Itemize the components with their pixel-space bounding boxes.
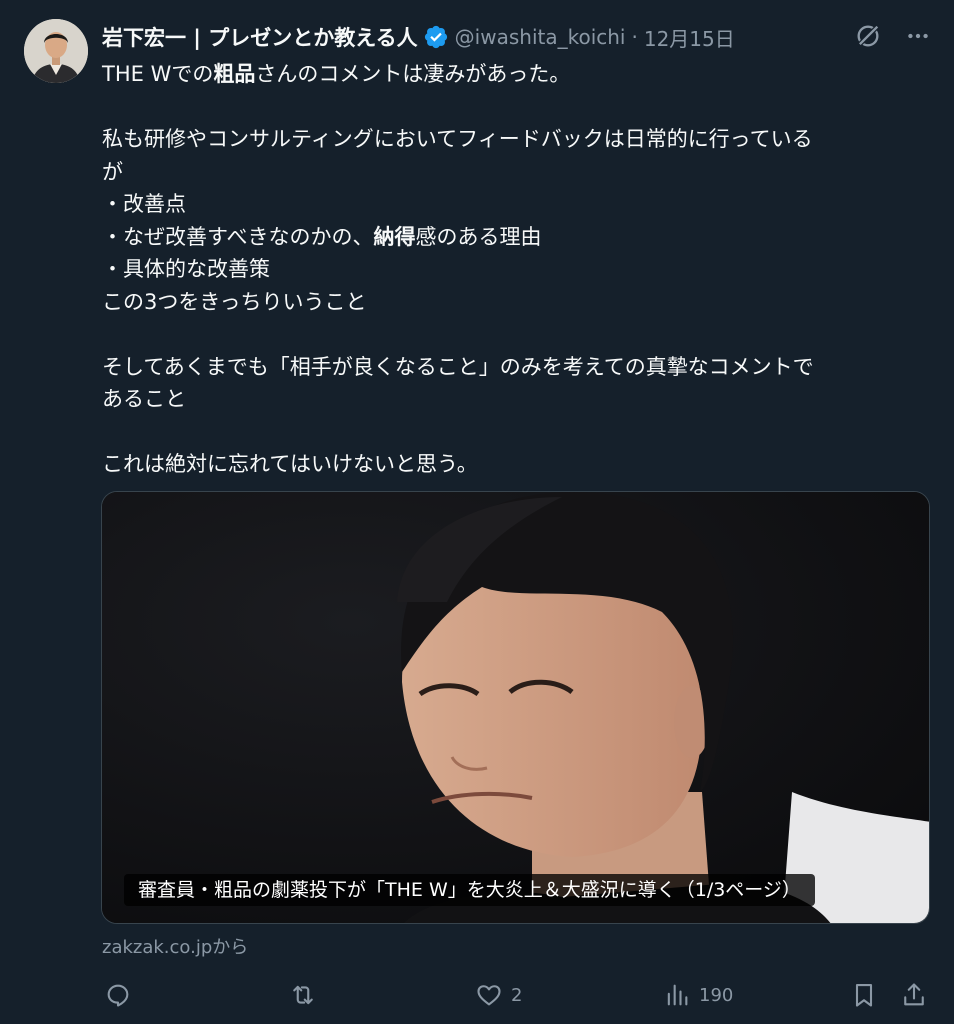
tweet-line <box>102 416 922 449</box>
tweet-line: ・改善点 <box>102 192 186 216</box>
retweet-icon <box>293 985 313 1005</box>
share-button[interactable] <box>900 976 928 1014</box>
author-display-name[interactable]: 岩下宏一 | プレゼンとか教える人 <box>102 22 418 52</box>
tweet-line: そしてあくまでも「相手が良くなること」のみを考えての真摯なコメントで <box>102 354 814 379</box>
tweet-line <box>102 91 922 124</box>
action-bar: 2 190 <box>100 976 936 1014</box>
card-source[interactable]: zakzak.co.jpから <box>102 933 248 959</box>
card-image <box>102 492 929 923</box>
tweet-line: ・具体的な改善策 <box>102 257 270 281</box>
tweet-line: THE Wでの粗品さんのコメントは凄みがあった。 <box>102 62 571 86</box>
retweet-button[interactable] <box>288 976 326 1014</box>
views-button[interactable]: 190 <box>663 976 733 1014</box>
avatar-image <box>24 19 88 83</box>
like-count: 2 <box>511 984 523 1006</box>
author-handle[interactable]: @iwashita_koichi <box>455 25 626 49</box>
link-card[interactable]: 審査員・粗品の劇薬投下が「THE W」を大炎上＆大盛況に導く（1/3ページ） <box>101 491 930 924</box>
avatar[interactable] <box>24 19 88 83</box>
heart-icon <box>477 985 501 1006</box>
tweet-line: ・なぜ改善すべきなのかの、納得感のある理由 <box>102 224 542 249</box>
reply-button[interactable] <box>104 976 140 1014</box>
bookmark-button[interactable] <box>850 976 878 1014</box>
verified-badge-icon[interactable] <box>423 24 449 50</box>
bold-text: 納得 <box>373 224 416 249</box>
tweet-line: この3つをきっちりいうこと <box>102 289 367 314</box>
more-icon[interactable] <box>902 20 934 52</box>
bookmark-icon <box>855 984 873 1007</box>
tweet-line: が <box>102 159 123 184</box>
tweet-header: 岩下宏一 | プレゼンとか教える人 @iwashita_koichi · 12月… <box>102 20 934 54</box>
tweet-line: これは絶対に忘れてはいけないと思う。 <box>102 452 478 476</box>
reply-icon <box>107 984 129 1007</box>
tweet-line: 私も研修やコンサルティングにおいてフィードバックは日常的に行っている <box>102 127 813 151</box>
bold-text: 粗品 <box>213 62 256 86</box>
header-separator: · <box>631 25 638 49</box>
views-count: 190 <box>699 984 734 1006</box>
share-icon <box>904 983 924 1006</box>
tweet-date[interactable]: 12月15日 <box>644 23 735 52</box>
like-button[interactable]: 2 <box>475 976 522 1014</box>
tweet-line: あること <box>102 387 186 411</box>
grok-icon[interactable] <box>852 20 884 52</box>
card-caption: 審査員・粗品の劇薬投下が「THE W」を大炎上＆大盛況に導く（1/3ページ） <box>124 874 815 906</box>
tweet-line <box>102 318 922 351</box>
views-icon <box>667 984 688 1006</box>
tweet[interactable]: 岩下宏一 | プレゼンとか教える人 @iwashita_koichi · 12月… <box>0 0 954 1024</box>
tweet-text: THE Wでの粗品さんのコメントは凄みがあった。私も研修やコンサルティングにおい… <box>102 58 922 481</box>
